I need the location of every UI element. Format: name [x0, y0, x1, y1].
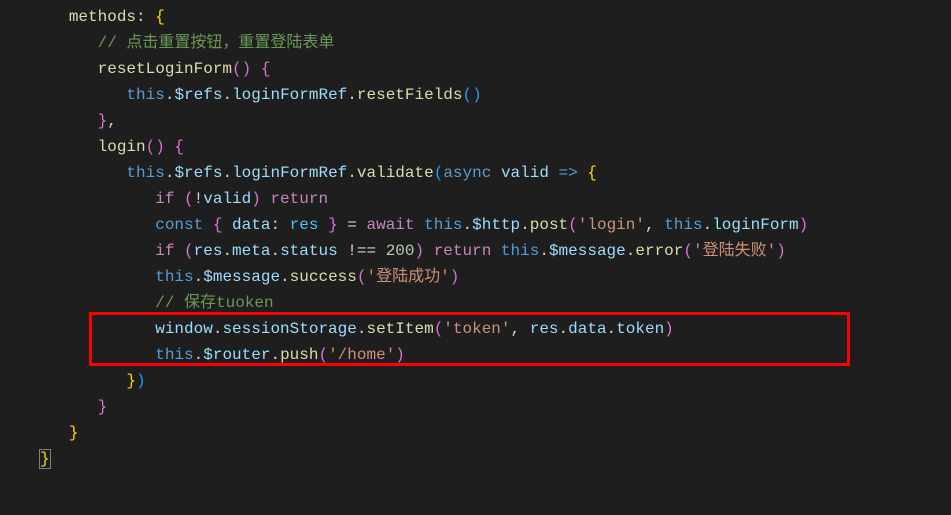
code-line[interactable]: } [40, 446, 951, 472]
code-editor[interactable]: methods: { // 点击重置按钮，重置登陆表单 resetLoginFo… [0, 0, 951, 472]
code-line[interactable]: login() { [40, 134, 951, 160]
code-line[interactable]: if (res.meta.status !== 200) return this… [40, 238, 951, 264]
code-line[interactable]: this.$refs.loginFormRef.validate(async v… [40, 160, 951, 186]
code-line[interactable]: } [40, 394, 951, 420]
code-line[interactable]: } [40, 420, 951, 446]
code-line[interactable]: this.$message.success('登陆成功') [40, 264, 951, 290]
code-line[interactable]: }, [40, 108, 951, 134]
code-line[interactable]: methods: { [40, 4, 951, 30]
fn-login: login [98, 138, 146, 156]
property-methods: methods [69, 8, 136, 26]
code-line[interactable]: resetLoginForm() { [40, 56, 951, 82]
code-line[interactable]: // 点击重置按钮，重置登陆表单 [40, 30, 951, 56]
code-line[interactable]: if (!valid) return [40, 186, 951, 212]
closing-brace-cursor: } [40, 450, 50, 468]
code-line[interactable]: this.$refs.loginFormRef.resetFields() [40, 82, 951, 108]
code-line[interactable]: this.$router.push('/home') [40, 342, 951, 368]
fn-resetLoginForm: resetLoginForm [98, 60, 232, 78]
comment: // 点击重置按钮，重置登陆表单 [98, 34, 335, 52]
code-line[interactable]: const { data: res } = await this.$http.p… [40, 212, 951, 238]
code-line[interactable]: window.sessionStorage.setItem('token', r… [40, 316, 951, 342]
code-content[interactable]: methods: { // 点击重置按钮，重置登陆表单 resetLoginFo… [40, 4, 951, 472]
code-line[interactable]: // 保存tuoken [40, 290, 951, 316]
code-line[interactable]: }) [40, 368, 951, 394]
comment: // 保存tuoken [155, 294, 273, 312]
